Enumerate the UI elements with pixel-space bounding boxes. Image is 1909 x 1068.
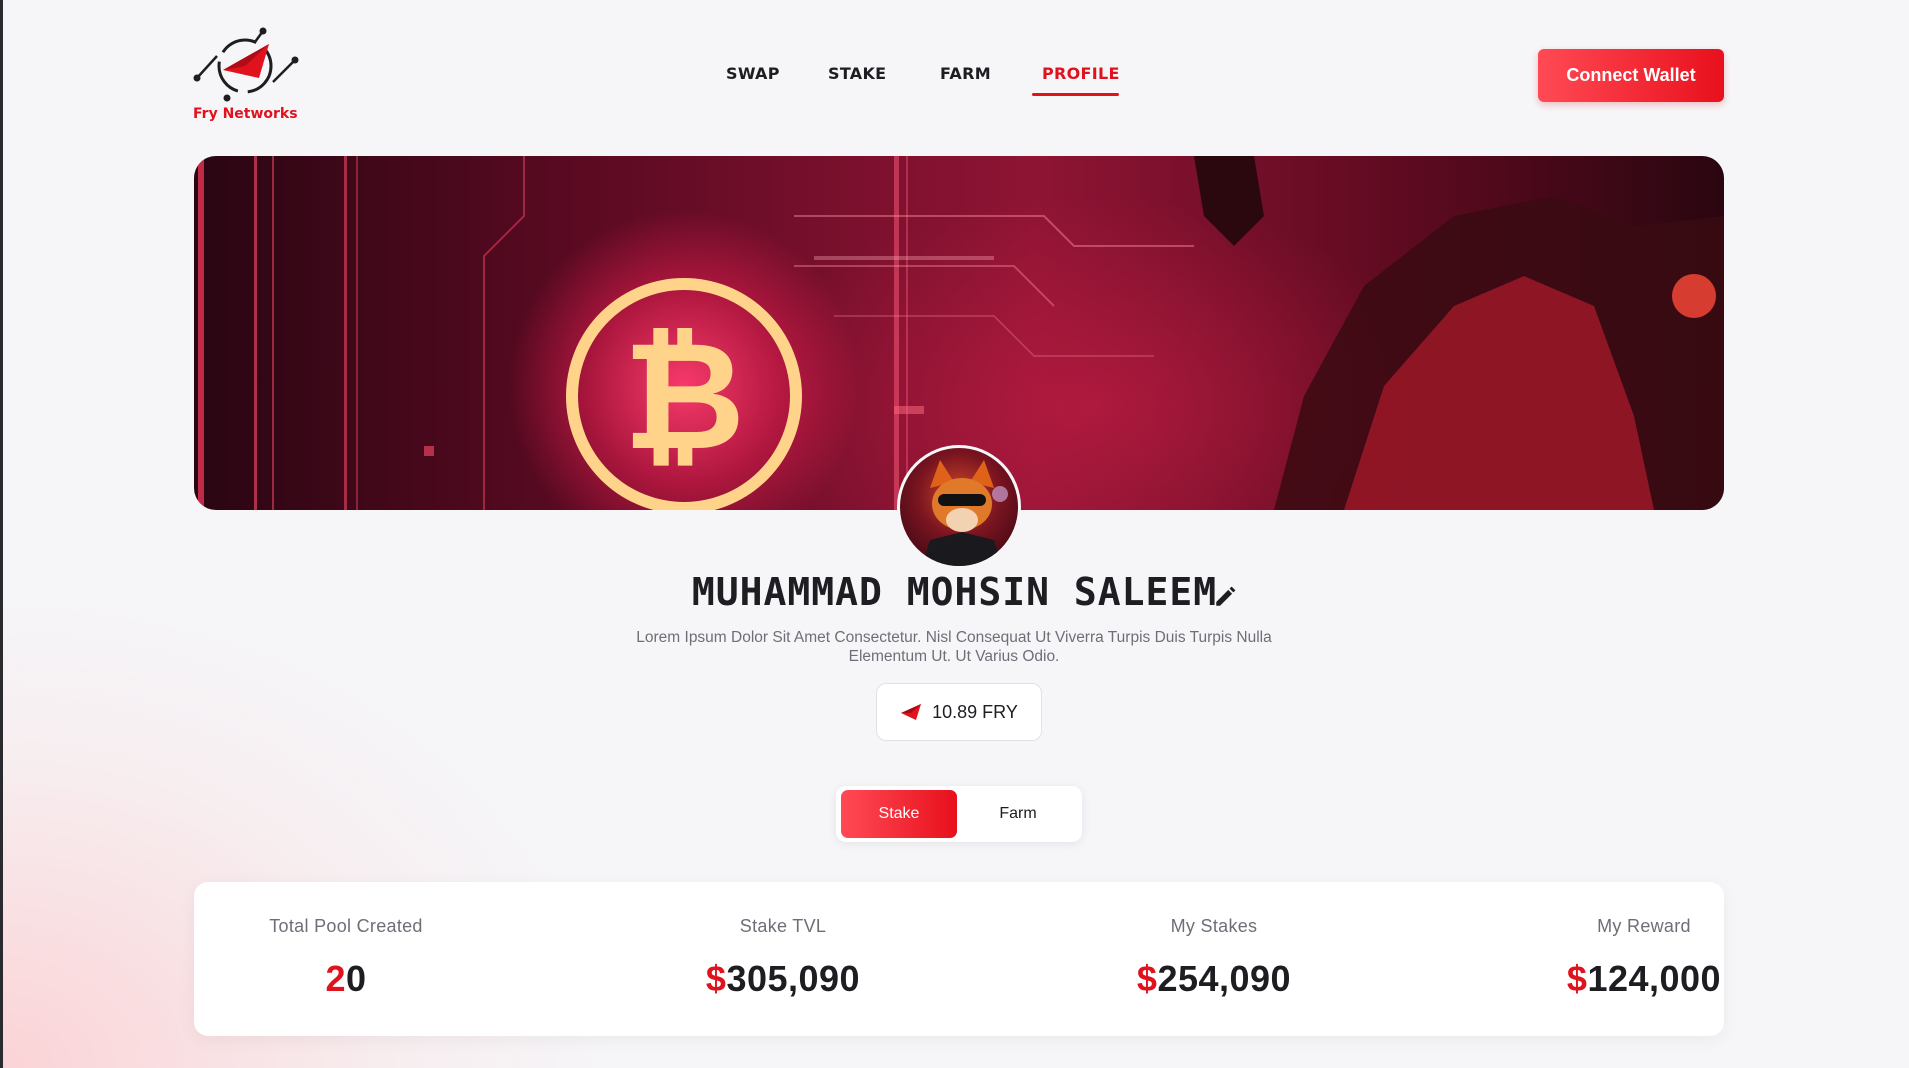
stat-label: Stake TVL	[739, 916, 827, 936]
tab-farm[interactable]: Farm	[960, 790, 1076, 838]
stats-card: Total Pool Created 20 Stake TVL $305,090…	[194, 882, 1724, 1036]
stat-value: $254,090	[1136, 958, 1292, 999]
brand-logo[interactable]: Fry Networks	[193, 26, 303, 126]
nav-stake[interactable]: STAKE	[828, 64, 886, 83]
svg-text:₿: ₿	[623, 310, 745, 484]
stat-value: $124,000	[1566, 958, 1722, 999]
nav-active-indicator	[1032, 93, 1119, 96]
profile-bio: Lorem Ipsum Dolor Sit Amet Consectetur. …	[636, 629, 1272, 665]
avatar[interactable]	[897, 445, 1021, 569]
fry-token-icon	[901, 704, 922, 720]
pencil-icon[interactable]	[1213, 583, 1239, 609]
profile-name: MUHAMMAD MOHSIN SALEEM	[691, 570, 1218, 614]
nav-swap[interactable]: SWAP	[726, 64, 780, 83]
nav-farm[interactable]: FARM	[940, 64, 991, 83]
connect-wallet-button[interactable]: Connect Wallet	[1538, 49, 1724, 102]
fox-avatar-image	[921, 460, 1008, 566]
window-edge	[0, 0, 3, 1068]
tab-stake[interactable]: Stake	[841, 790, 957, 838]
stat-value: $305,090	[705, 958, 861, 999]
fry-balance-chip: 10.89 FRY	[876, 683, 1042, 741]
stat-label: Total Pool Created	[269, 916, 423, 936]
brand-name: Fry Networks	[193, 106, 298, 122]
stat-label: My Stakes	[1170, 916, 1258, 936]
fry-networks-logo-icon	[193, 27, 299, 102]
fry-balance-value: 10.89 FRY	[932, 701, 1018, 722]
nav-profile[interactable]: PROFILE	[1042, 64, 1120, 83]
stake-farm-toggle: Stake Farm	[836, 786, 1082, 842]
stat-label: My Reward	[1597, 916, 1691, 936]
stat-value: 20	[325, 958, 367, 999]
